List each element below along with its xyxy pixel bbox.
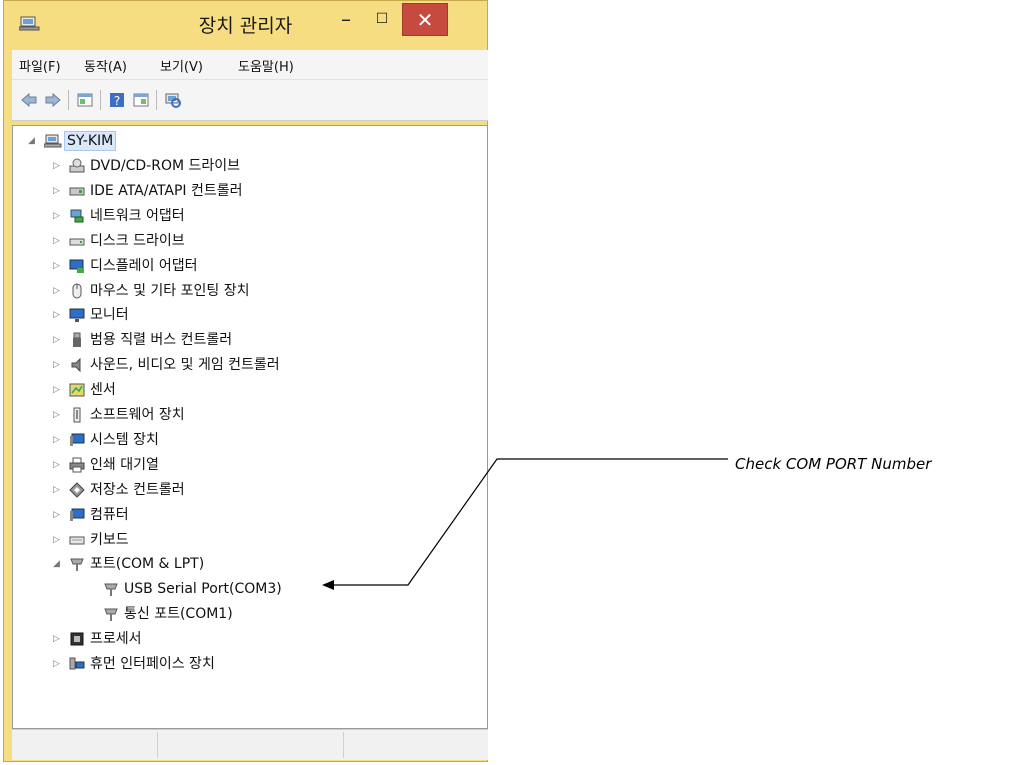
annotation-text: Check COM PORT Number — [735, 455, 932, 473]
annotation-arrowhead — [322, 580, 334, 590]
annotation-pointer-line — [330, 458, 728, 586]
annotation-overlay — [322, 458, 728, 590]
